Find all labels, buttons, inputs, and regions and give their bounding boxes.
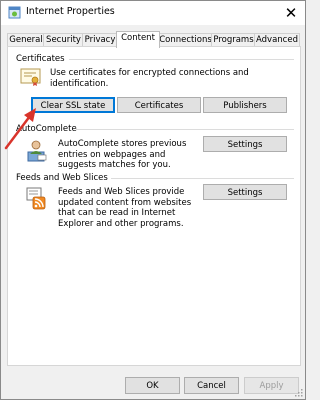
rss-feed-icon [26,187,46,210]
resize-grip-icon[interactable] [294,388,303,397]
autocomplete-divider [76,129,294,130]
clear-ssl-state-button[interactable]: Clear SSL state [31,97,115,113]
certificates-button[interactable]: Certificates [117,97,201,113]
apply-button[interactable]: Apply [244,377,299,394]
autocomplete-settings-button[interactable]: Settings [203,136,287,152]
annotation-arrow [4,108,36,150]
feeds-settings-button[interactable]: Settings [203,184,287,200]
content-tab-panel: Certificates Use certificates for encryp… [7,46,301,366]
feeds-description: Feeds and Web Slices provide updated con… [58,187,192,229]
autocomplete-description: AutoComplete stores previous entries on … [58,139,187,170]
feeds-divider [111,178,294,179]
title-bar: Internet Properties ✕ [1,1,305,25]
certificates-group-label: Certificates [16,54,65,64]
ok-button[interactable]: OK [125,377,180,394]
certificates-description: Use certificates for encrypted connectio… [50,68,249,89]
certificates-divider [69,59,294,60]
feeds-group-label: Feeds and Web Slices [16,173,108,183]
window-title: Internet Properties [26,6,115,17]
close-icon: ✕ [284,4,298,22]
internet-options-icon [8,6,21,19]
close-button[interactable]: ✕ [281,3,301,23]
cancel-button[interactable]: Cancel [184,377,239,394]
internet-properties-dialog: Internet Properties ✕ General Security P… [0,0,306,400]
certificate-icon [20,68,41,86]
publishers-button[interactable]: Publishers [203,97,287,113]
tab-content[interactable]: Content [116,31,160,48]
